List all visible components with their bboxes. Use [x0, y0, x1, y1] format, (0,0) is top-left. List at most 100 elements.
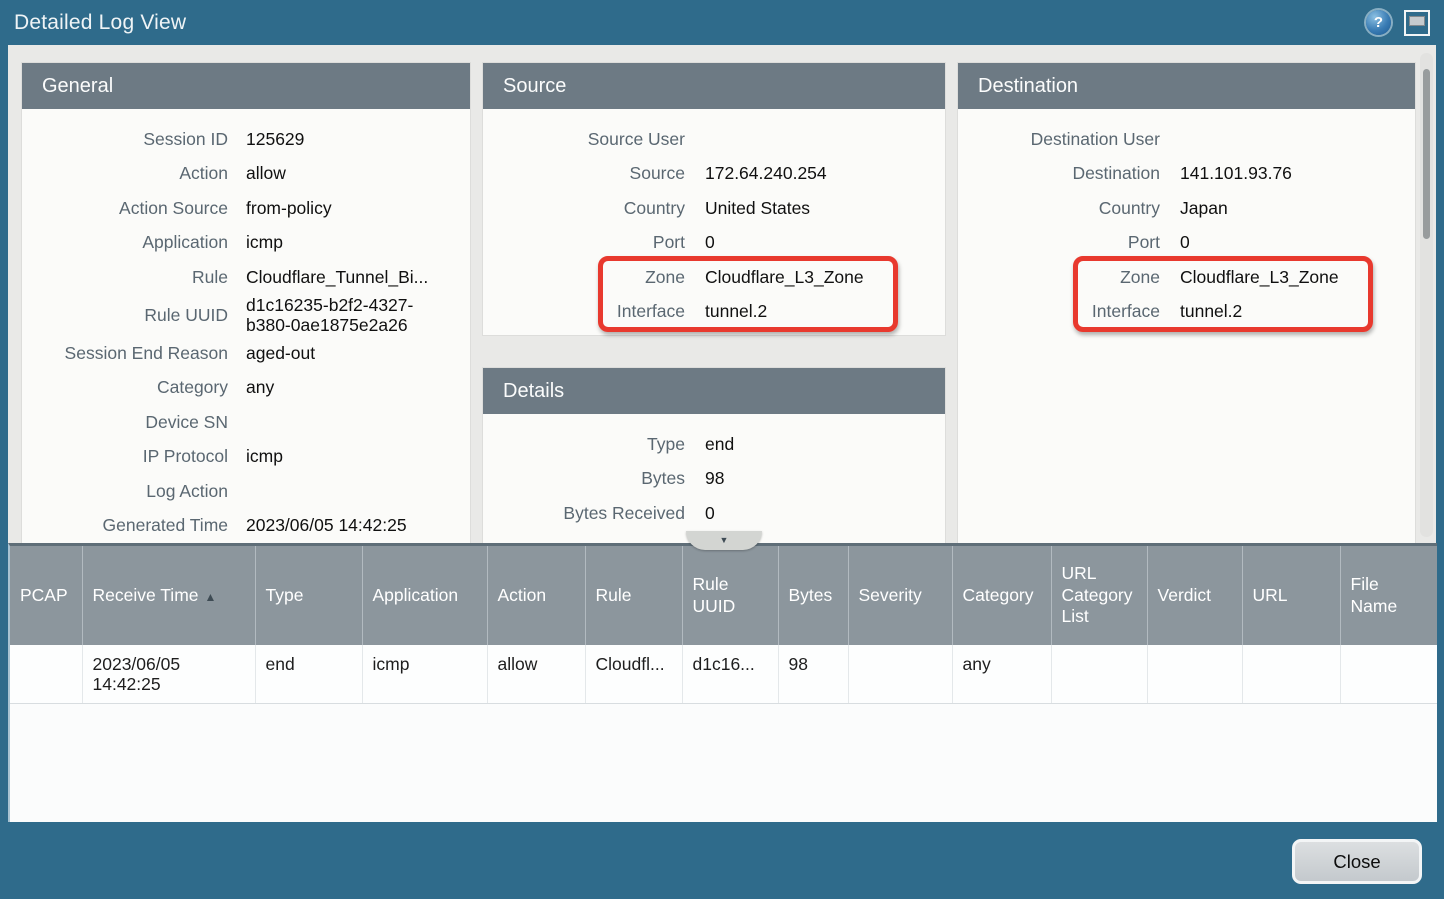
field-label: Bytes Received [483, 503, 685, 524]
titlebar-icons: ? [1366, 10, 1430, 36]
field-label: Port [958, 232, 1160, 253]
field-rule: Rule Cloudflare_Tunnel_Bi... [22, 260, 470, 295]
field-value: from-policy [246, 198, 332, 219]
cell-url [1242, 645, 1340, 703]
field-label: Zone [483, 267, 685, 288]
field-interface: Interface tunnel.2 [958, 295, 1415, 330]
cell-application: icmp [362, 645, 487, 703]
field-bytes: Bytes 98 [483, 462, 945, 497]
column-header-application[interactable]: Application [362, 546, 487, 645]
field-label: Action Source [22, 198, 228, 219]
cell-verdict [1147, 645, 1242, 703]
field-rule-uuid: Rule UUID d1c16235-b2f2-4327-b380-0ae187… [22, 295, 470, 336]
field-label: Port [483, 232, 685, 253]
field-source: Source 172.64.240.254 [483, 157, 945, 192]
field-category: Category any [22, 370, 470, 405]
panel-details-body: Type end Bytes 98 Bytes Received 0 [483, 414, 945, 531]
page-title: Detailed Log View [14, 11, 186, 35]
field-label: Generated Time [22, 515, 228, 536]
sort-ascending-icon: ▲ [205, 590, 217, 604]
column-header-url[interactable]: URL [1242, 546, 1340, 645]
close-button[interactable]: Close [1292, 839, 1422, 884]
cell-action: allow [487, 645, 585, 703]
cell-rule: Cloudfl... [585, 645, 682, 703]
field-label: Bytes [483, 468, 685, 489]
field-value: 141.101.93.76 [1180, 163, 1292, 184]
field-device-sn: Device SN [22, 405, 470, 440]
field-value: 0 [705, 503, 715, 524]
cell-category: any [952, 645, 1051, 703]
collapse-table-handle[interactable]: ▼ [686, 531, 762, 550]
panel-general-body: Session ID 125629 Action allow Action So… [22, 109, 470, 543]
field-zone: Zone Cloudflare_L3_Zone [483, 260, 945, 295]
field-value: 172.64.240.254 [705, 163, 827, 184]
panel-details: Details Type end Bytes 98 Bytes Received… [483, 368, 945, 543]
field-value: icmp [246, 232, 283, 253]
field-interface: Interface tunnel.2 [483, 295, 945, 330]
field-label: Destination [958, 163, 1160, 184]
cell-url-category-list [1051, 645, 1147, 703]
panel-destination: Destination Destination User Destination… [958, 63, 1415, 543]
field-value: 125629 [246, 129, 304, 150]
field-label: Country [483, 198, 685, 219]
field-value: Cloudflare_Tunnel_Bi... [246, 267, 428, 288]
cell-severity [848, 645, 952, 703]
panel-general-title: General [22, 63, 470, 109]
column-header-bytes[interactable]: Bytes [778, 546, 848, 645]
column-header-url-category-list[interactable]: URL Category List [1051, 546, 1147, 645]
field-session-end-reason: Session End Reason aged-out [22, 336, 470, 371]
table-row[interactable]: 2023/06/05 14:42:25 end icmp allow Cloud… [10, 645, 1437, 703]
field-generated-time: Generated Time 2023/06/05 14:42:25 [22, 508, 470, 543]
window-maximize-icon[interactable] [1404, 10, 1430, 36]
field-value: tunnel.2 [705, 301, 767, 322]
field-label: Zone [958, 267, 1160, 288]
field-label: Application [22, 232, 228, 253]
field-log-action: Log Action [22, 474, 470, 509]
cell-rule-uuid: d1c16... [682, 645, 778, 703]
column-header-label: Receive Time [93, 585, 199, 605]
panel-details-title: Details [483, 368, 945, 414]
column-header-rule[interactable]: Rule [585, 546, 682, 645]
field-destination: Destination 141.101.93.76 [958, 157, 1415, 192]
cell-receive-time: 2023/06/05 14:42:25 [82, 645, 255, 703]
field-value: 2023/06/05 14:42:25 [246, 515, 407, 536]
field-value: United States [705, 198, 810, 219]
field-session-id: Session ID 125629 [22, 122, 470, 157]
field-value: Cloudflare_L3_Zone [705, 267, 864, 288]
field-label: Destination User [958, 129, 1160, 150]
column-header-action[interactable]: Action [487, 546, 585, 645]
help-icon[interactable]: ? [1366, 10, 1391, 35]
column-header-severity[interactable]: Severity [848, 546, 952, 645]
field-value: icmp [246, 446, 283, 467]
field-label: Rule [22, 267, 228, 288]
vertical-scrollbar-thumb[interactable] [1423, 69, 1430, 239]
field-label: Rule UUID [22, 305, 228, 326]
field-label: Session End Reason [22, 343, 228, 364]
field-port: Port 0 [483, 226, 945, 261]
panel-destination-title: Destination [958, 63, 1415, 109]
field-label: Log Action [22, 481, 228, 502]
window-pane-glyph [1409, 16, 1425, 26]
field-label: Type [483, 434, 685, 455]
panel-general: General Session ID 125629 Action allow A… [22, 63, 470, 543]
column-header-pcap[interactable]: PCAP [10, 546, 82, 645]
column-header-receive-time[interactable]: Receive Time ▲ [82, 546, 255, 645]
field-action: Action allow [22, 157, 470, 192]
field-application: Application icmp [22, 226, 470, 261]
field-zone: Zone Cloudflare_L3_Zone [958, 260, 1415, 295]
column-header-category[interactable]: Category [952, 546, 1051, 645]
field-value: Japan [1180, 198, 1228, 219]
cell-bytes: 98 [778, 645, 848, 703]
table-header-row: PCAP Receive Time ▲ Type Application Acti… [10, 546, 1437, 645]
column-header-rule-uuid[interactable]: Rule UUID [682, 546, 778, 645]
column-header-type[interactable]: Type [255, 546, 362, 645]
field-label: Interface [958, 301, 1160, 322]
field-type: Type end [483, 427, 945, 462]
column-header-verdict[interactable]: Verdict [1147, 546, 1242, 645]
column-header-file-name[interactable]: File Name [1340, 546, 1437, 645]
field-destination-user: Destination User [958, 122, 1415, 157]
field-value: tunnel.2 [1180, 301, 1242, 322]
log-table: PCAP Receive Time ▲ Type Application Acti… [10, 546, 1437, 704]
field-label: Source [483, 163, 685, 184]
vertical-scrollbar-track[interactable] [1420, 53, 1433, 537]
